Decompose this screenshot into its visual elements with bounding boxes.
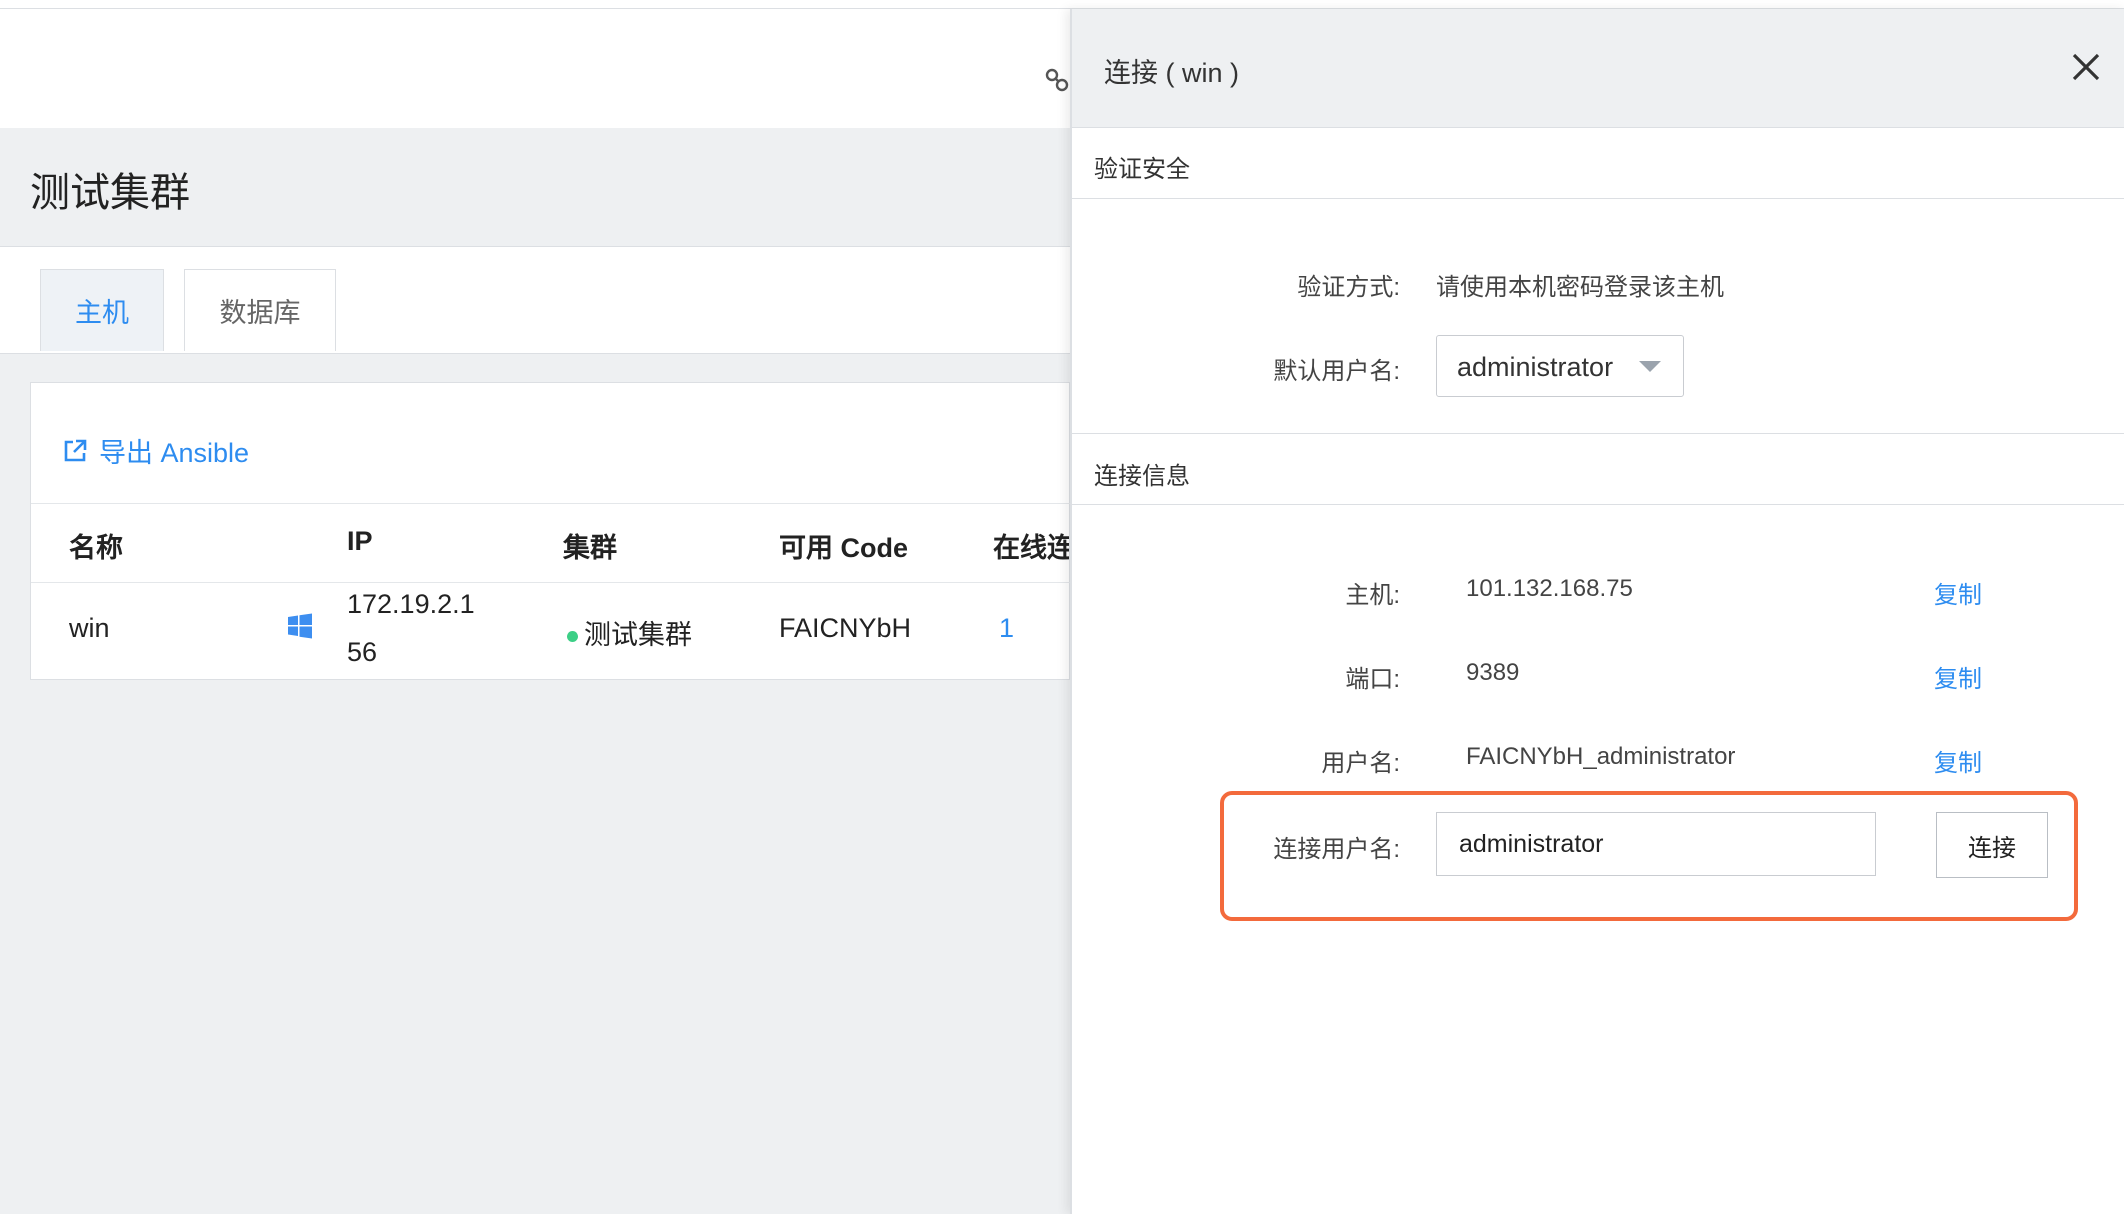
external-link-icon [64, 439, 87, 461]
username-value: FAICNYbH_administrator [1466, 743, 1736, 770]
username-label: 用户名: [1321, 750, 1400, 777]
host-online-count[interactable]: 1 [999, 613, 1014, 644]
host-ip-line2: 56 [347, 637, 378, 667]
host-name: win [69, 613, 110, 643]
host-code: FAICNYbH [779, 613, 912, 643]
col-online: 在线连 [993, 533, 1069, 563]
info-section-header: 连接信息 [1072, 433, 2124, 505]
port-value: 9389 [1466, 659, 1520, 686]
connect-username-input[interactable] [1436, 812, 1876, 876]
table-header: 名称 IP 集群 可用 Code 在线连 [31, 503, 1071, 583]
close-icon[interactable] [2066, 47, 2106, 87]
auth-method-label: 验证方式: [1297, 274, 1400, 301]
tab-database[interactable]: 数据库 [184, 269, 336, 351]
port-label: 端口: [1345, 666, 1400, 693]
host-ip-line1: 172.19.2.1 [347, 589, 475, 619]
chevron-down-icon [1639, 361, 1661, 372]
top-border [0, 0, 2124, 9]
drawer-header: 连接 ( win ) [1072, 9, 2124, 128]
hosts-card: 导出 Ansible 名称 IP 集群 可用 Code 在线连 win 172.… [30, 382, 1071, 680]
status-dot [567, 631, 578, 643]
export-ansible-link[interactable]: 导出 Ansible [61, 431, 249, 470]
default-user-value: administrator [1457, 352, 1614, 382]
host-label: 主机: [1345, 582, 1400, 609]
col-code: 可用 Code [779, 533, 909, 563]
windows-icon [288, 613, 312, 639]
tab-bar: 主机 数据库 [0, 246, 1070, 354]
col-ip: IP [347, 526, 373, 556]
connect-button[interactable]: 连接 [1936, 812, 2048, 878]
tab-hosts[interactable]: 主机 [40, 269, 164, 351]
info-section-title: 连接信息 [1094, 463, 1190, 490]
top-bar [0, 9, 1070, 128]
copy-port-button[interactable]: 复制 [1934, 659, 1982, 694]
auth-method-value: 请使用本机密码登录该主机 [1436, 274, 1724, 301]
connect-drawer: 连接 ( win ) 验证安全 验证方式: 请使用本机密码登录该主机 默认用户名… [1070, 9, 2124, 1214]
drawer-title: 连接 ( win ) [1104, 58, 1239, 88]
col-cluster: 集群 [563, 533, 617, 563]
table-row[interactable]: win 172.19.2.1 56 测试集群 FAICNYbH 1 [31, 583, 1071, 679]
export-ansible-label: 导出 Ansible [99, 438, 250, 468]
host-cluster-label: 测试集群 [584, 620, 692, 650]
default-user-select[interactable]: administrator [1436, 335, 1684, 397]
security-section-title: 验证安全 [1094, 156, 1190, 183]
col-name: 名称 [69, 533, 123, 563]
copy-host-button[interactable]: 复制 [1934, 575, 1982, 610]
security-section-header: 验证安全 [1072, 127, 2124, 199]
link-icon[interactable] [1044, 67, 1070, 93]
copy-username-button[interactable]: 复制 [1934, 743, 1982, 778]
page-title: 测试集群 [30, 171, 190, 215]
host-cluster: 测试集群 [567, 613, 692, 652]
connect-user-label: 连接用户名: [1273, 836, 1400, 863]
default-user-label: 默认用户名: [1273, 358, 1400, 385]
host-value: 101.132.168.75 [1466, 575, 1633, 602]
